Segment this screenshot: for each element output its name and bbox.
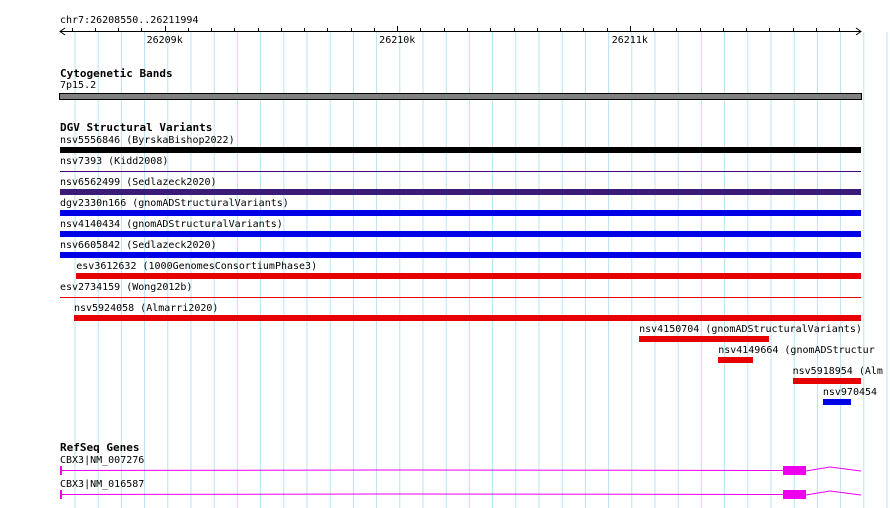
dgv-feature-bar[interactable] [718, 357, 754, 363]
ruler-tick-label: 26209k [146, 35, 183, 46]
dgv-feature-bar[interactable] [60, 171, 861, 172]
dgv-feature-bar[interactable] [60, 210, 861, 216]
dgv-feature-label: nsv4150704 (gnomADStructuralVariants) [639, 324, 862, 335]
dgv-feature-label: dgv2330n166 (gnomADStructuralVariants) [60, 198, 289, 209]
intron-line [805, 466, 862, 472]
cytoband-label: 7p15.2 [60, 80, 97, 91]
exon [783, 466, 806, 475]
cytoband-track-title: Cytogenetic Bands [60, 67, 173, 80]
exon [60, 466, 62, 475]
refseq-track-title: RefSeq Genes [60, 441, 140, 454]
dgv-feature-label: nsv4149664 (gnomADStructur [718, 345, 875, 356]
dgv-feature-label: nsv5924058 (Almarri2020) [73, 303, 219, 314]
exon [60, 490, 62, 499]
dgv-feature-bar[interactable] [60, 147, 861, 153]
refseq-gene-model[interactable] [0, 463, 890, 479]
dgv-feature-label: nsv5556846 (ByrskaBishop2022) [60, 135, 235, 146]
dgv-feature-label: nsv970454 [822, 387, 878, 398]
dgv-feature-label: nsv7393 (Kidd2008) [60, 156, 169, 167]
dgv-feature-bar[interactable] [73, 315, 861, 321]
intron-line [59, 493, 784, 495]
intron-line [805, 490, 862, 496]
dgv-feature-bar[interactable] [792, 378, 861, 384]
dgv-track-title: DGV Structural Variants [60, 121, 213, 134]
dgv-feature-label: nsv6562499 (Sedlazeck2020) [60, 177, 217, 188]
dgv-feature-label: nsv6605842 (Sedlazeck2020) [60, 240, 217, 251]
intron-line [59, 469, 784, 471]
dgv-feature-bar[interactable] [60, 189, 861, 195]
dgv-feature-label: esv2734159 (Wong2012b) [60, 282, 193, 293]
dgv-feature-bar[interactable] [60, 297, 861, 298]
dgv-feature-label: nsv5918954 (Alm [792, 366, 883, 377]
dgv-feature-label: nsv4140434 (gnomADStructuralVariants) [60, 219, 283, 230]
dgv-feature-bar[interactable] [60, 231, 861, 237]
cytoband-bar[interactable] [59, 93, 862, 100]
dgv-feature-bar[interactable] [76, 273, 861, 279]
dgv-feature-bar[interactable] [639, 336, 770, 342]
dgv-feature-label: esv3612632 (1000GenomesConsortiumPhase3) [76, 261, 318, 272]
exon [783, 490, 806, 499]
dgv-feature-bar[interactable] [60, 252, 861, 258]
refseq-gene-model[interactable] [0, 487, 890, 503]
dgv-feature-bar[interactable] [822, 399, 851, 405]
ruler-tick-label: 26211k [611, 35, 648, 46]
ruler-tick-label: 26210k [379, 35, 416, 46]
ruler[interactable] [0, 0, 890, 50]
